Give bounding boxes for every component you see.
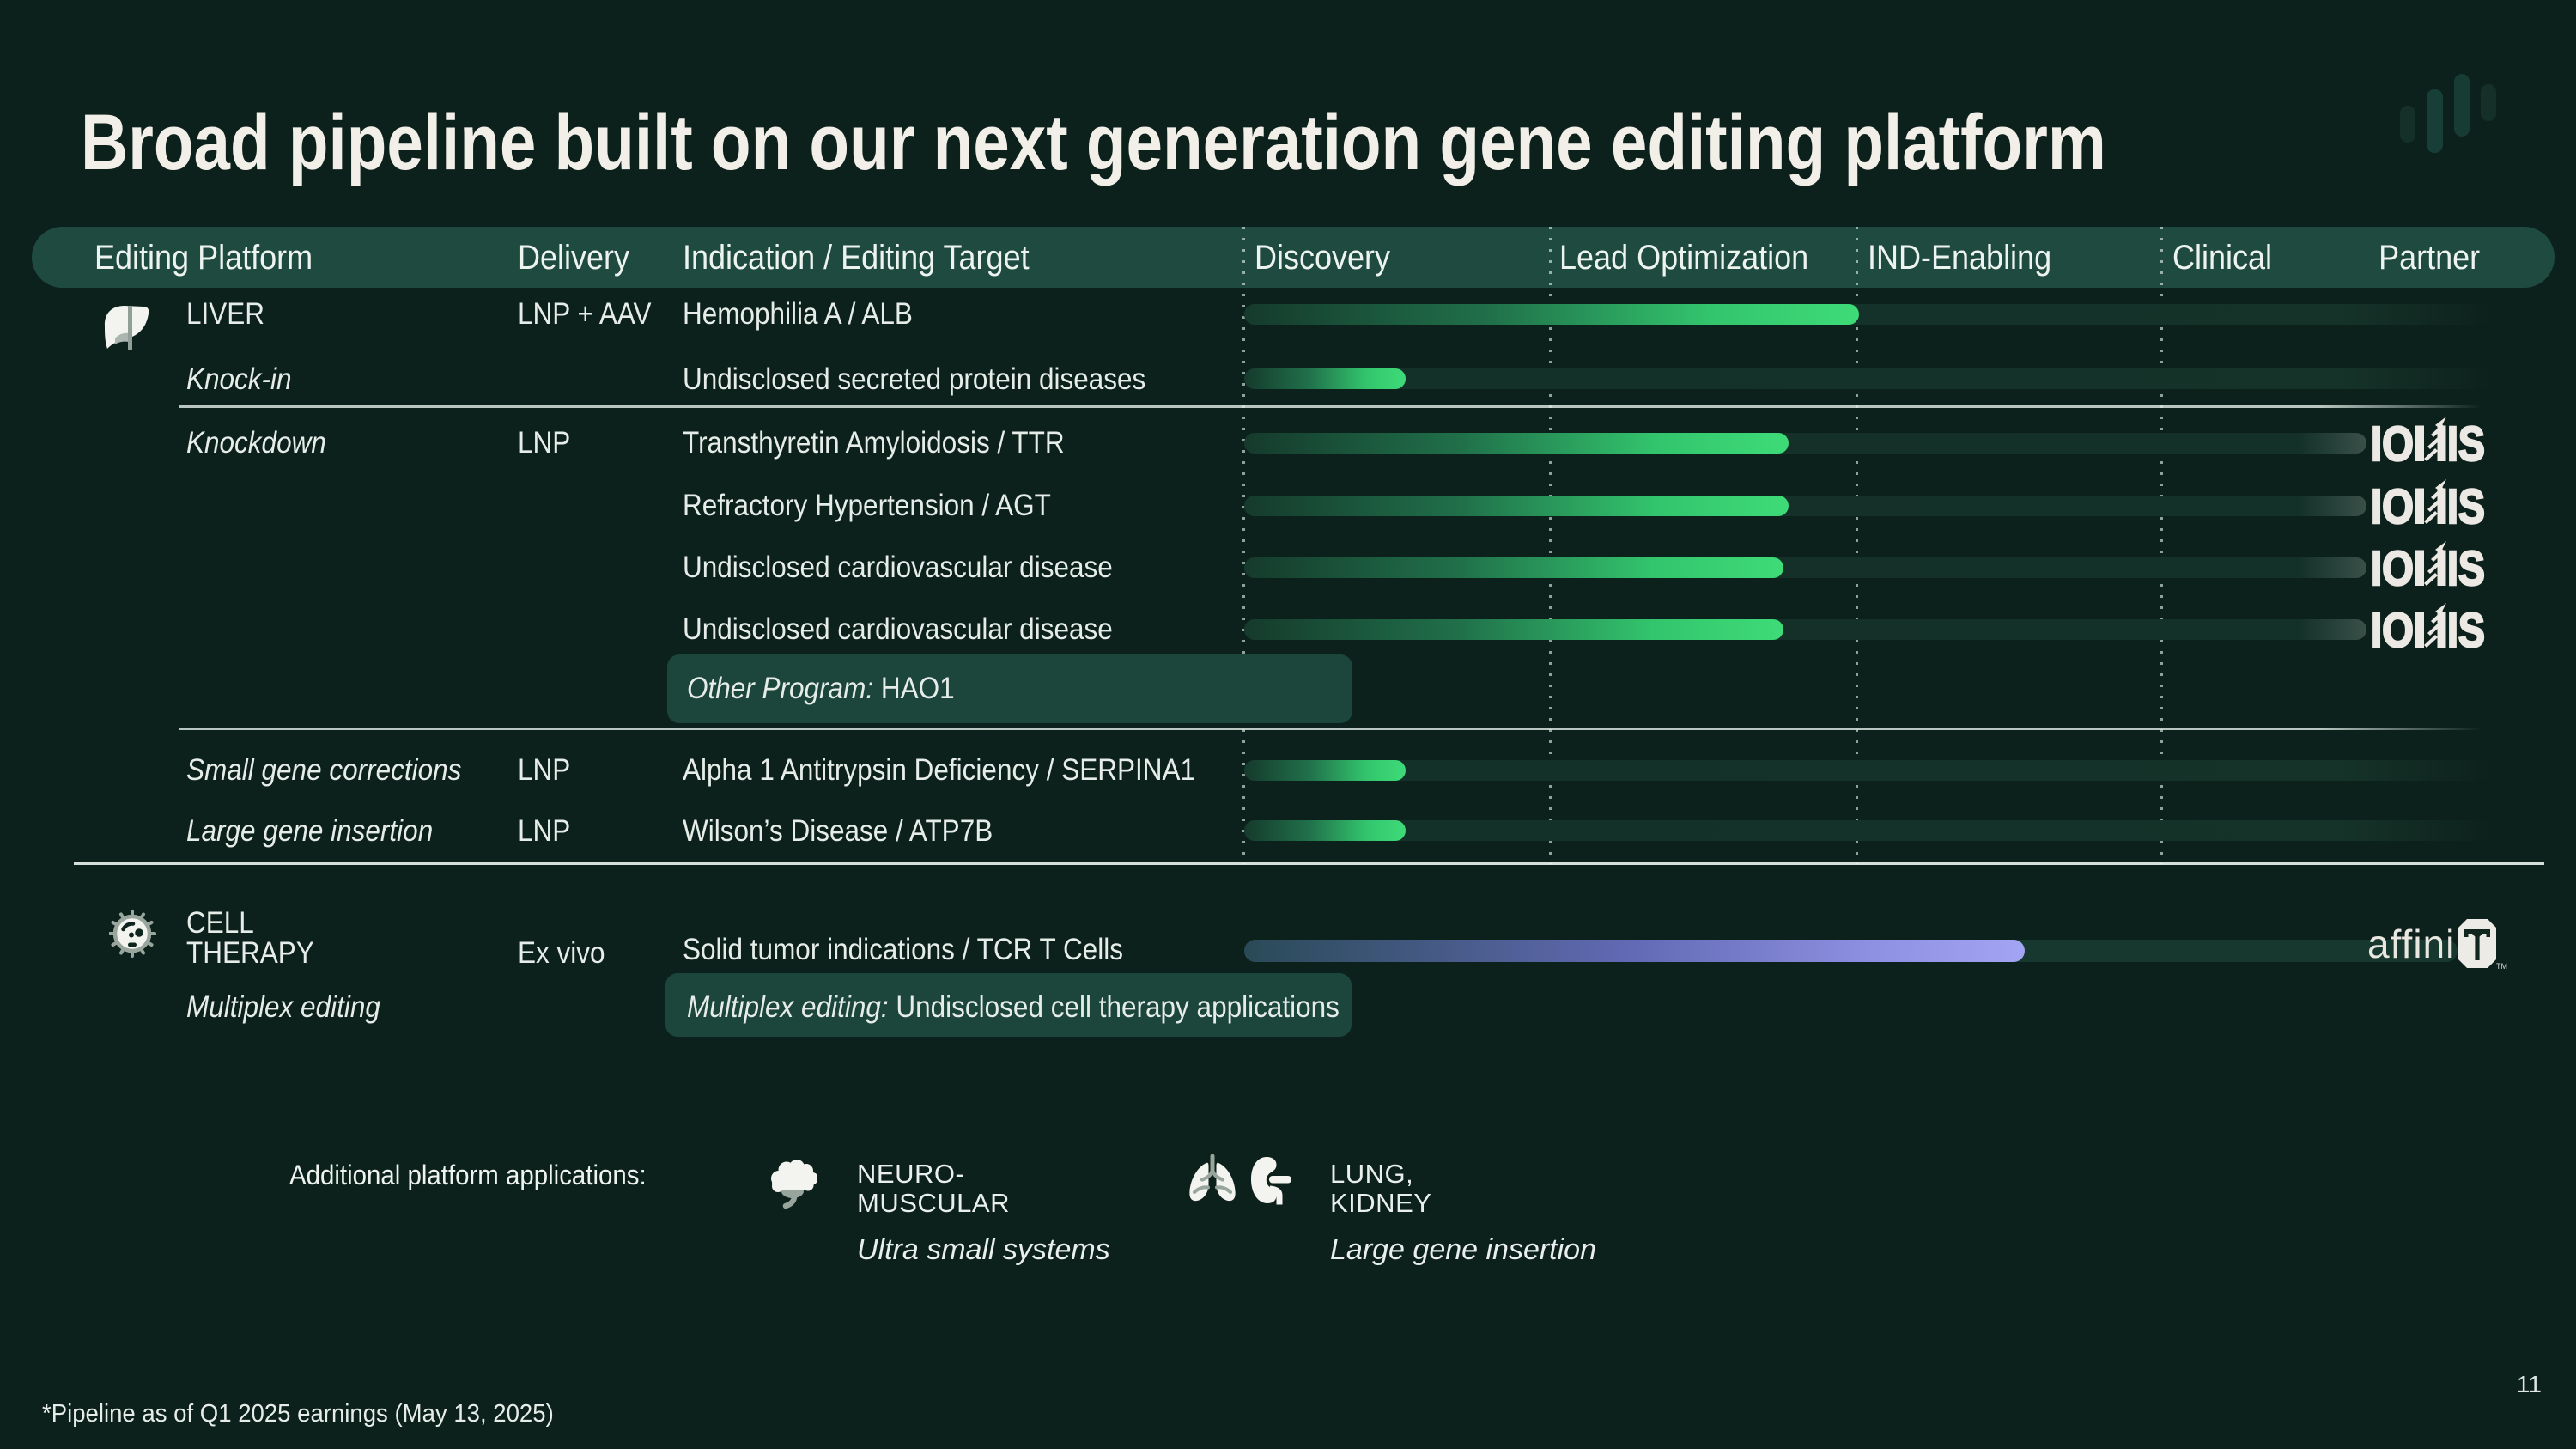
svg-text:IO: IO [2371,603,2414,654]
svg-text:IS: IS [2447,541,2485,592]
svg-text:IO: IO [2371,479,2414,530]
svg-text:IO: IO [2371,541,2414,592]
svg-text:IS: IS [2447,603,2485,654]
svg-text:IS: IS [2447,417,2485,467]
svg-text:IO: IO [2371,417,2414,467]
svg-text:IS: IS [2447,479,2485,530]
